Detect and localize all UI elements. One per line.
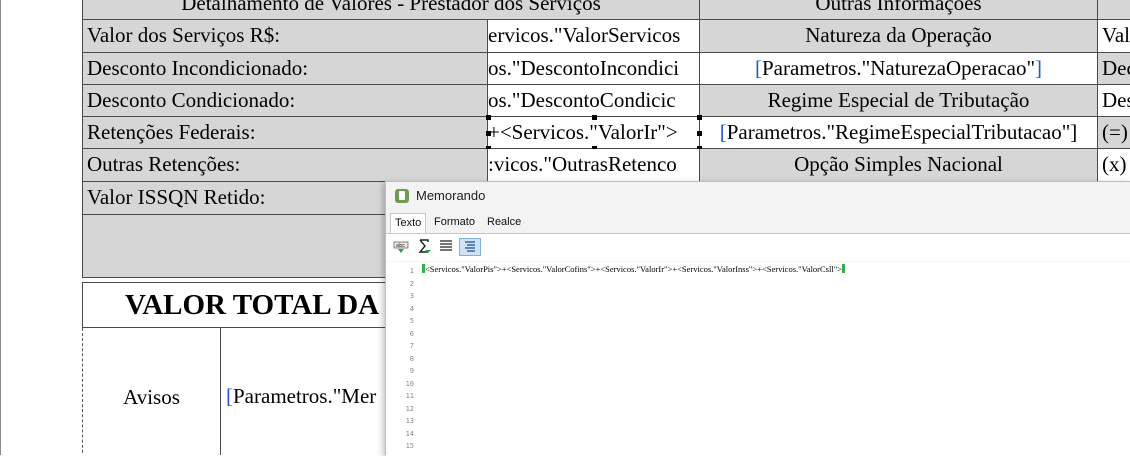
line-number: 11 (405, 392, 414, 400)
avisos-label[interactable]: Avisos (82, 328, 221, 455)
label-regime-especial[interactable]: Regime Especial de Tributação (700, 85, 1098, 117)
align-justify-icon[interactable] (437, 238, 455, 256)
line-number-gutter: 1 2 3 4 5 6 7 8 9 10 11 12 13 14 15 (386, 262, 418, 456)
value-desconto-incondicionado[interactable]: os."DescontoIncondici (488, 53, 700, 85)
bracket-close: ] (1070, 120, 1078, 144)
svg-text:abc: abc (396, 243, 405, 249)
tab-texto[interactable]: Texto (390, 213, 427, 234)
line-number: 14 (405, 430, 414, 438)
line-number: 10 (405, 380, 414, 388)
align-lines-icon[interactable] (459, 238, 481, 256)
selection-handle-ml[interactable] (486, 131, 491, 136)
selection-handle-tm[interactable] (592, 115, 597, 120)
memo-app-icon (395, 189, 409, 203)
page-margin-line (0, 0, 1, 455)
line-number: 3 (409, 292, 414, 300)
value-desconto-condicionado[interactable]: os."DescontoCondicic (488, 85, 700, 117)
line-number: 1 (409, 267, 414, 275)
line-number: 15 (405, 442, 414, 450)
right-col-row4[interactable]: (=) (1098, 117, 1130, 149)
bracket-close: ] (1035, 56, 1043, 80)
insert-field-icon[interactable]: abc (392, 238, 410, 256)
right-col-row5[interactable]: (x) (1098, 149, 1130, 182)
bracket-open: [ (754, 56, 762, 80)
value-valor-servicos[interactable]: ervicos."ValorServicos (488, 20, 700, 53)
memo-editor[interactable]: 1 2 3 4 5 6 7 8 9 10 11 12 13 14 15 <Ser… (386, 262, 1130, 456)
header-outras-text: Outras Informações (815, 0, 982, 15)
line-number: 2 (409, 280, 414, 288)
label-valor-servicos[interactable]: Valor dos Serviços R$: (82, 20, 488, 53)
selection-handle-tl[interactable] (486, 115, 491, 120)
selection-handle-mr[interactable] (697, 131, 702, 136)
value-retencoes-federais-selected[interactable]: +<Servicos."ValorIr"> (488, 117, 700, 149)
value-regime-especial[interactable]: [Parametros."RegimeEspecialTributacao"] (700, 117, 1098, 149)
memorando-dialog[interactable]: Memorando Texto Formato Realce abc 1 2 3… (385, 181, 1130, 456)
natureza-expr: Parametros."NaturezaOperacao" (761, 56, 1036, 80)
label-outras-retencoes[interactable]: Outras Retenções: (82, 149, 488, 182)
header-outras-informacoes[interactable]: Outras Informações (700, 0, 1098, 20)
selection-handle-tr[interactable] (697, 115, 702, 120)
line-number: 8 (409, 355, 414, 363)
label-retencoes-federais[interactable]: Retenções Federais: (82, 117, 488, 149)
right-col-row1[interactable]: Val (1098, 20, 1130, 53)
line-number: 5 (409, 317, 414, 325)
right-col-row2[interactable]: Dec (1098, 53, 1130, 85)
regime-expr: Parametros."RegimeEspecialTributacao" (726, 120, 1071, 144)
tab-realce[interactable]: Realce (483, 213, 525, 233)
dialog-title: Memorando (416, 188, 486, 203)
right-col-row3[interactable]: Des (1098, 85, 1130, 117)
header-detalhamento[interactable]: Detalhamento de Valores - Prestador dos … (82, 0, 700, 20)
dialog-titlebar[interactable]: Memorando (386, 182, 1130, 210)
code-line-1[interactable]: <Servicos."ValorPis">+<Servicos."ValorCo… (422, 264, 845, 274)
line-number: 9 (409, 367, 414, 375)
line-number: 4 (409, 305, 414, 313)
label-desconto-condicionado[interactable]: Desconto Condicionado: (82, 85, 488, 117)
line-number: 6 (409, 330, 414, 338)
end-marker (841, 264, 845, 273)
code-text: <Servicos."ValorPis">+<Servicos."ValorCo… (425, 264, 842, 274)
header-right-col[interactable] (1098, 0, 1130, 20)
sum-icon[interactable] (415, 238, 433, 256)
bracket-open: [ (719, 120, 727, 144)
line-number: 12 (405, 405, 414, 413)
value-natureza-operacao[interactable]: [Parametros."NaturezaOperacao"] (700, 53, 1098, 85)
avisos-expr: Parametros."Mer (233, 384, 377, 408)
header-detalhamento-text: Detalhamento de Valores - Prestador dos … (181, 0, 601, 15)
label-opcao-simples[interactable]: Opção Simples Nacional (700, 149, 1098, 182)
bracket-open: [ (226, 384, 233, 408)
dialog-tabs: Texto Formato Realce (386, 213, 1130, 234)
label-desconto-incondicionado[interactable]: Desconto Incondicionado: (82, 53, 488, 85)
tab-formato[interactable]: Formato (430, 213, 479, 233)
label-natureza-operacao[interactable]: Natureza da Operação (700, 20, 1098, 53)
line-number: 13 (405, 417, 414, 425)
dialog-toolbar: abc (386, 234, 1130, 261)
value-outras-retencoes[interactable]: :vicos."OutrasRetenco (488, 149, 700, 182)
line-number: 7 (409, 342, 414, 350)
